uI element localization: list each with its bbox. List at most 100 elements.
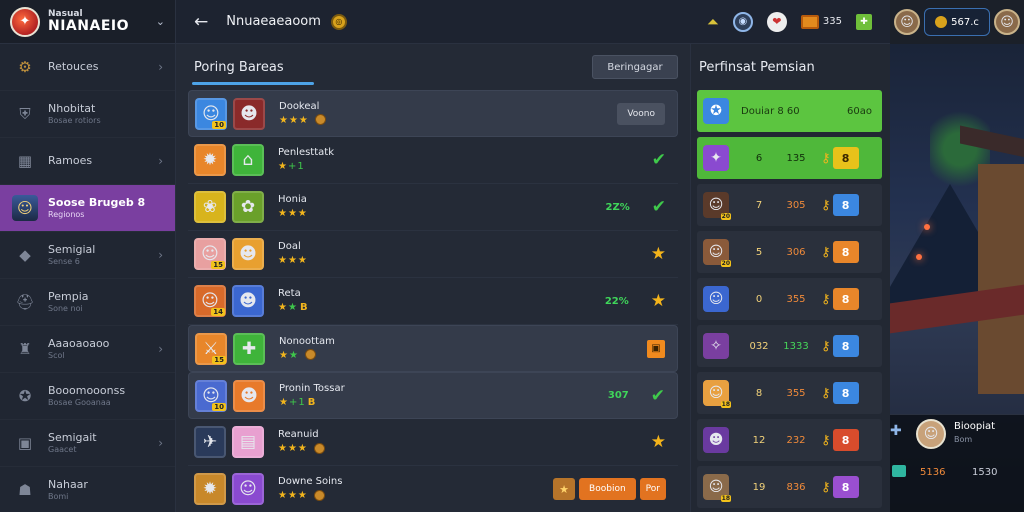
sidebar-item[interactable]: ✪ Booomooonss Bosae Gooanaa: [0, 373, 175, 420]
hero-secondary-button[interactable]: Por: [639, 478, 666, 500]
rank-row[interactable]: ☺ 18 8 355 ⚷ 8: [697, 372, 882, 414]
hero-action-button[interactable]: Boobion: [579, 478, 636, 500]
reward-box[interactable]: 8: [832, 241, 859, 263]
rank-row[interactable]: ☺ 20 7 305 ⚷ 8: [697, 184, 882, 226]
hero-name: Reanuid: [278, 429, 319, 440]
rank-avatar: ✪: [703, 98, 729, 124]
hero-row[interactable]: ☺ 15 ☻ Doal ★★★ ★: [188, 231, 678, 278]
hero-stars: ★+1 B: [279, 396, 345, 410]
hero-status: Voono: [617, 102, 671, 125]
crate-icon: ▣: [17, 434, 33, 452]
rank-row[interactable]: ✦ 6 135 ⚷ 8: [697, 137, 882, 179]
rank-row[interactable]: ✪ Douiar 8 60 60ao: [697, 90, 882, 132]
lantern: [924, 224, 930, 230]
key-icon: ⚷: [821, 432, 831, 448]
coin-balance[interactable]: 567.c: [924, 8, 990, 36]
hero-row[interactable]: ✈ ▤ Reanuid ★★★ ★: [188, 419, 678, 466]
friend-avatar[interactable]: ☺: [994, 9, 1020, 35]
star-rating: ★★★: [279, 114, 309, 126]
reward-box[interactable]: 8: [832, 335, 859, 357]
reward-box[interactable]: 8: [832, 288, 859, 310]
badge-icon[interactable]: ◉: [732, 11, 753, 32]
sidebar-item[interactable]: ⛨ Nhobitat Bosae rotiors: [0, 91, 175, 138]
rank-row[interactable]: ☻ 12 232 ⚷ 8: [697, 419, 882, 461]
hero-row[interactable]: ✹ ☺ Downe Soins ★★★ ★ Boobion Por: [188, 466, 678, 512]
hero-stars: ★+1: [278, 160, 334, 174]
sidebar-item[interactable]: ⛑ Pempia Sone noi: [0, 279, 175, 326]
hero-percent: 22%: [604, 295, 629, 307]
reward-box[interactable]: 8: [832, 382, 859, 404]
rank-icon[interactable]: ⏶: [707, 13, 719, 31]
bonus-marker: B: [307, 396, 317, 408]
star-rating: ★★★: [278, 255, 308, 266]
hero-row[interactable]: ☺ 10 ☻ Pronin Tossar ★+1 B 307 ✔: [188, 372, 678, 419]
leaf-icon[interactable]: ✚: [856, 13, 872, 30]
chest-counter[interactable]: 335: [800, 14, 842, 29]
rank-avatar: ☺ 18: [703, 474, 731, 502]
rank-score: 232: [786, 434, 806, 446]
rank-row[interactable]: ✧ 032 1333 ⚷ 8: [697, 325, 882, 367]
hero-row[interactable]: ☺ 14 ☻ Reta ★★ B 22% ★: [188, 278, 678, 325]
sidebar-item[interactable]: ♜ Aaaoaoaoo Scol ›: [0, 326, 175, 373]
hero-portrait: ✚: [233, 332, 265, 365]
reward-box-icon[interactable]: ▣: [647, 339, 665, 358]
sidebar-item[interactable]: ◆ Semigial Sense 6 ›: [0, 232, 175, 279]
hero-action-button[interactable]: Voono: [617, 102, 665, 125]
npc-card[interactable]: ✚ ☺ Bioopiat Bom 5136 1530: [890, 414, 1024, 512]
hero-portrait-glyph: ☻: [239, 244, 257, 264]
hero-row[interactable]: ☺ 10 ☻ Dookeal ★★★ Voono: [188, 90, 678, 137]
hero-portrait: ☻: [233, 97, 265, 130]
rank-row[interactable]: ☺ 0 355 ⚷ 8: [697, 278, 882, 320]
rank-row[interactable]: ☺ 20 5 306 ⚷ 8: [697, 231, 882, 273]
rank-avatar: ☺: [703, 286, 729, 312]
hero-portrait: ☺ 10: [195, 379, 227, 412]
chevron-down-icon[interactable]: ⌄: [156, 15, 165, 28]
hero-row[interactable]: ⚔ 15 ✚ Nonoottam ★★ ▣: [188, 325, 678, 372]
sidebar-item[interactable]: ☗ Nahaar Bomi: [0, 467, 175, 512]
sidebar-item-text: Booomooonss Bosae Gooanaa: [48, 384, 125, 408]
hero-status: ★ Boobion Por: [553, 478, 672, 500]
chevron-right-icon: ›: [158, 248, 163, 262]
hero-portrait: ⌂: [232, 144, 264, 176]
title-underline: [192, 82, 314, 85]
gift-icon[interactable]: ❤: [766, 11, 787, 32]
rank-row[interactable]: ☺ 18 19 836 ⚷ 8: [697, 466, 882, 508]
hero-level: 15: [211, 261, 225, 269]
rank-avatar-glyph: ☺: [708, 291, 724, 307]
sidebar-item-text: Nahaar Bomi: [48, 478, 88, 502]
sidebar-item[interactable]: ▦ Ramoes ›: [0, 138, 175, 185]
hero-row[interactable]: ❀ ✿ Honia ★★★ 2Z% ✔: [188, 184, 678, 231]
brand-header[interactable]: ✦ Nasual NIANAEIO ⌄: [0, 0, 175, 44]
key-icon: ⚷: [821, 338, 831, 354]
rank-score: 355: [786, 387, 806, 399]
reward-box[interactable]: 8: [832, 429, 859, 451]
hero-stars: ★★★: [279, 114, 326, 128]
sidebar-item-text: Retouces: [48, 60, 98, 74]
hero-status: 2Z% ✔: [606, 197, 672, 217]
chest-icon: [800, 14, 819, 29]
rank-score: 135: [786, 152, 806, 164]
game-logo: ✦: [10, 6, 40, 37]
reward-box[interactable]: 8: [832, 147, 859, 169]
coin-icon: [313, 489, 325, 501]
sidebar-item[interactable]: ⚙ Retouces ›: [0, 44, 175, 91]
reward-box[interactable]: 8: [832, 194, 859, 216]
hero-portrait-glyph: ✿: [240, 197, 256, 217]
star-badge-icon[interactable]: ★: [553, 478, 576, 500]
check-icon: ✔: [651, 150, 666, 170]
hero-avatar-icon: ☺: [12, 195, 38, 221]
star-rating: ★: [279, 396, 289, 408]
sidebar-item-label: Aaaoaoaoo: [48, 337, 110, 351]
reward-box[interactable]: 8: [832, 476, 859, 498]
hero-info: Pronin Tossar ★+1 B: [279, 382, 345, 410]
sort-button[interactable]: Beringagar: [592, 55, 678, 79]
hero-name: Nonoottam: [279, 335, 335, 347]
hero-row[interactable]: ✹ ⌂ Penlesttatk ★+1 ✔: [188, 137, 678, 184]
rank-avatar: ☺ 20: [703, 239, 731, 267]
sidebar-item[interactable]: ☺ Soose Brugeb 8 Regionos: [0, 185, 175, 232]
sidebar-item[interactable]: ▣ Semigait Gaacet ›: [0, 420, 175, 467]
rank-value: 60ao: [847, 105, 872, 117]
back-arrow-icon[interactable]: ←: [194, 12, 208, 32]
player-avatar[interactable]: ☺: [894, 9, 920, 35]
hero-info: Nonoottam ★★: [279, 335, 335, 363]
